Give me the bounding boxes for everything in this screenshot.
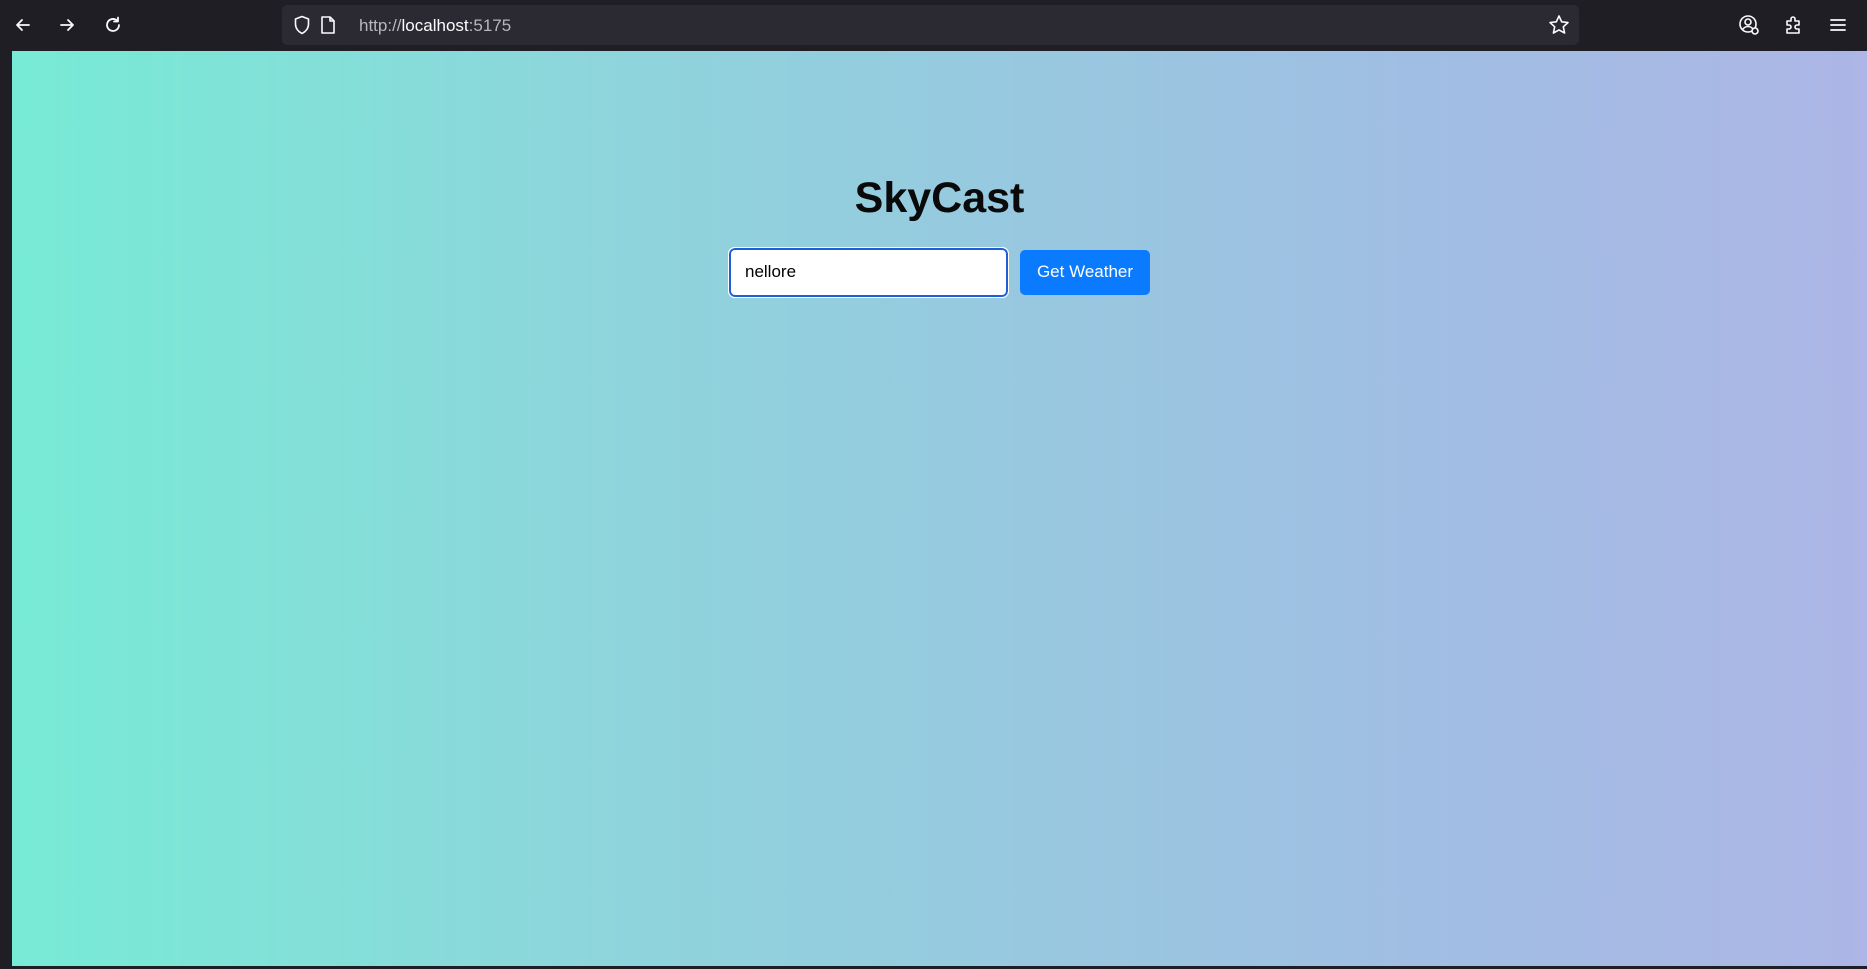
- account-icon: [1739, 15, 1759, 35]
- reload-icon: [106, 16, 120, 32]
- url-host: localhost: [401, 16, 469, 35]
- star-icon[interactable]: [1547, 13, 1571, 37]
- browser-window: http://localhost:5175 SkyCast nellore Ge…: [0, 0, 1867, 969]
- get-weather-button[interactable]: Get Weather: [1020, 249, 1150, 295]
- shield-icon[interactable]: [292, 15, 312, 35]
- puzzle-icon: [1786, 16, 1800, 34]
- page-icon[interactable]: [318, 15, 338, 35]
- menu-button[interactable]: [1823, 10, 1853, 40]
- page-title: SkyCast: [854, 174, 1025, 222]
- search-form: Get Weather: [728, 246, 1150, 298]
- hamburger-menu-icon: [1830, 19, 1846, 31]
- skycast-app: SkyCast Get Weather: [12, 51, 1867, 966]
- arrow-left-icon: [16, 19, 30, 31]
- forward-button[interactable]: [52, 8, 82, 42]
- page-viewport: SkyCast Get Weather: [12, 51, 1867, 966]
- url-text[interactable]: http://localhost:5175: [359, 16, 511, 36]
- account-button[interactable]: [1734, 10, 1764, 40]
- url-port: :5175: [468, 16, 512, 35]
- extensions-button[interactable]: [1779, 10, 1809, 40]
- reload-button[interactable]: [98, 8, 128, 42]
- city-search-input[interactable]: [728, 246, 1009, 298]
- address-bar[interactable]: http://localhost:5175: [282, 5, 1579, 45]
- back-button[interactable]: [8, 8, 38, 42]
- arrow-right-icon: [60, 19, 74, 31]
- browser-toolbar: http://localhost:5175: [0, 0, 1867, 51]
- url-scheme: http://: [359, 16, 402, 35]
